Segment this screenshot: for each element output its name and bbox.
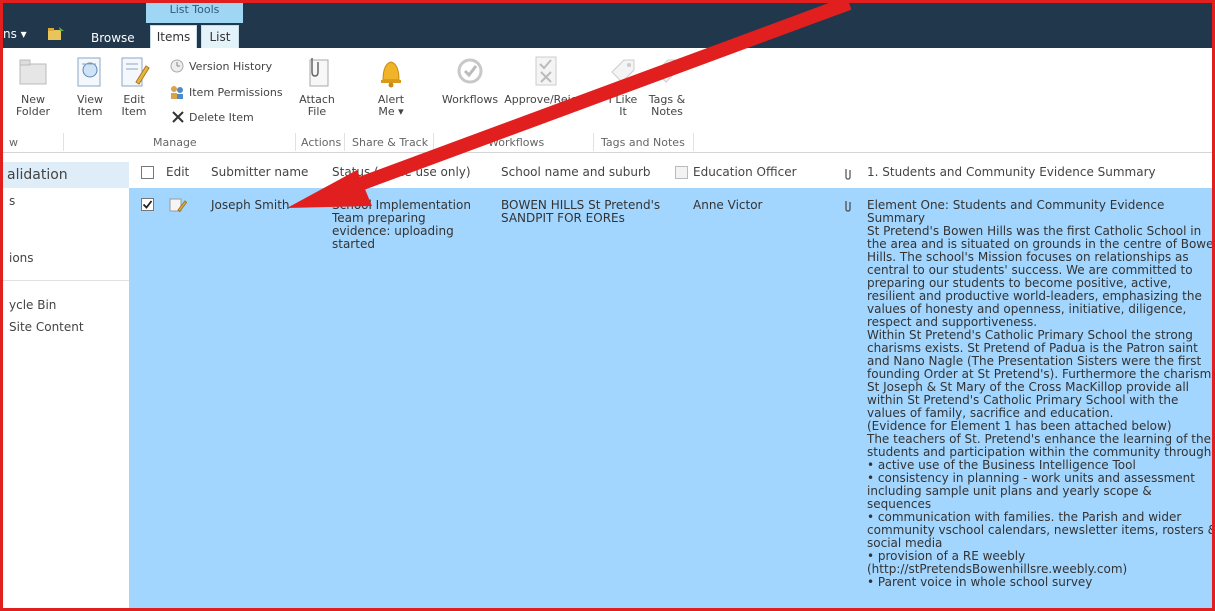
cell-summary: Element One: Students and Community Evid…: [867, 198, 1215, 589]
new-folder-label: New Folder: [16, 93, 50, 118]
i-like-it-button[interactable]: I Like It: [603, 54, 643, 118]
workflows-label: Workflows: [441, 93, 499, 106]
tab-items[interactable]: Items: [150, 25, 197, 49]
site-actions-menu[interactable]: ns ▾: [3, 27, 27, 41]
delete-icon: [172, 111, 184, 123]
edit-item-label: Edit Item: [121, 93, 147, 118]
group-label-new: w: [9, 136, 18, 149]
left-navigation: alidation s ions ycle Bin Site Content: [3, 154, 129, 608]
tags-notes-label: Tags & Notes: [648, 93, 686, 118]
column-header-checkbox: [675, 166, 688, 179]
view-item-button[interactable]: View Item: [69, 54, 111, 118]
workflows-button[interactable]: Workflows: [440, 54, 500, 106]
column-header-school[interactable]: School name and suburb: [501, 165, 651, 179]
edit-item-icon: [121, 57, 150, 87]
tab-browse[interactable]: Browse: [91, 31, 135, 45]
group-separator: [63, 133, 64, 151]
group-label-actions: Actions: [301, 136, 342, 149]
column-header-submitter[interactable]: Submitter name: [211, 165, 308, 179]
nav-item[interactable]: ions: [9, 251, 34, 265]
alert-me-button[interactable]: Alert Me ▾: [368, 54, 414, 118]
ribbon: New Folder View Item Edit Item Version H…: [3, 48, 1212, 153]
attachment-icon[interactable]: [843, 199, 853, 213]
row-checkbox[interactable]: [141, 198, 154, 211]
approve-reject-icon: [535, 56, 557, 86]
cell-status: School Implementation Team preparing evi…: [332, 198, 471, 251]
cell-education-officer: Anne Victor: [693, 198, 763, 212]
permissions-icon: [171, 86, 183, 99]
group-label-manage: Manage: [153, 136, 197, 149]
attach-file-button[interactable]: Attach File: [296, 54, 338, 118]
item-permissions-label: Item Permissions: [189, 85, 283, 99]
navigate-up-icon[interactable]: [47, 25, 65, 41]
delete-item-button[interactable]: Delete Item: [171, 110, 254, 124]
top-bar: ns ▾ Browse List Tools Items List: [3, 3, 1212, 49]
group-separator: [593, 133, 594, 151]
table-row[interactable]: Joseph Smith School Implementation Team …: [129, 188, 1215, 608]
version-history-label: Version History: [189, 59, 273, 73]
edit-item-button[interactable]: Edit Item: [113, 54, 155, 118]
group-separator: [433, 133, 434, 151]
cell-submitter[interactable]: Joseph Smith: [211, 199, 290, 212]
group-label-share-track: Share & Track: [352, 136, 429, 149]
view-item-icon: [77, 57, 101, 87]
column-header-edit[interactable]: Edit: [166, 165, 189, 179]
nav-item-recycle-bin[interactable]: ycle Bin: [9, 298, 56, 312]
screenshot-frame: ns ▾ Browse List Tools Items List New Fo…: [0, 0, 1215, 611]
alert-me-label: Alert Me ▾: [377, 93, 405, 118]
cell-school: BOWEN HILLS St Pretend's SANDPIT FOR EOR…: [501, 198, 661, 225]
edit-pencil-icon[interactable]: [169, 197, 187, 213]
nav-item[interactable]: s: [9, 194, 15, 208]
i-like-it-label: I Like It: [608, 93, 638, 118]
list-tools-group-label: List Tools: [146, 3, 243, 23]
version-history-button[interactable]: Version History: [169, 58, 272, 74]
tag-icon: [655, 59, 679, 83]
column-header-education-officer[interactable]: Education Officer: [693, 165, 797, 179]
tags-notes-button[interactable]: Tags & Notes: [645, 54, 689, 118]
group-separator: [295, 133, 296, 151]
approve-reject-button[interactable]: Approve/Reject: [503, 54, 589, 106]
attachment-column-icon: [845, 169, 851, 180]
select-all-checkbox[interactable]: [141, 166, 154, 179]
item-permissions-button[interactable]: Item Permissions: [169, 84, 283, 100]
version-history-icon: [170, 59, 184, 73]
view-item-label: View Item: [76, 93, 104, 118]
like-tag-icon: [611, 59, 635, 83]
bell-icon: [381, 61, 401, 88]
delete-item-label: Delete Item: [189, 110, 254, 124]
group-separator: [693, 133, 694, 151]
checkmark-icon: [142, 200, 153, 209]
group-separator: [344, 133, 345, 151]
column-header-status[interactable]: Status (office use only): [332, 165, 471, 179]
nav-item-site-content[interactable]: Site Content: [9, 320, 84, 334]
group-label-workflows: Workflows: [488, 136, 545, 149]
list-header-row: Edit Submitter name Status (office use o…: [129, 160, 1212, 186]
column-header-summary[interactable]: 1. Students and Community Evidence Summa…: [867, 165, 1156, 179]
paperclip-icon: [309, 58, 329, 87]
workflows-icon: [457, 58, 483, 84]
tab-list[interactable]: List: [201, 25, 239, 49]
folder-icon: [19, 59, 47, 85]
nav-heading[interactable]: alidation: [3, 162, 129, 188]
nav-divider: [3, 280, 129, 281]
group-label-tags-notes: Tags and Notes: [601, 136, 685, 149]
approve-reject-label: Approve/Reject: [504, 93, 588, 106]
new-folder-button[interactable]: New Folder: [13, 54, 53, 118]
attach-file-label: Attach File: [299, 93, 335, 118]
